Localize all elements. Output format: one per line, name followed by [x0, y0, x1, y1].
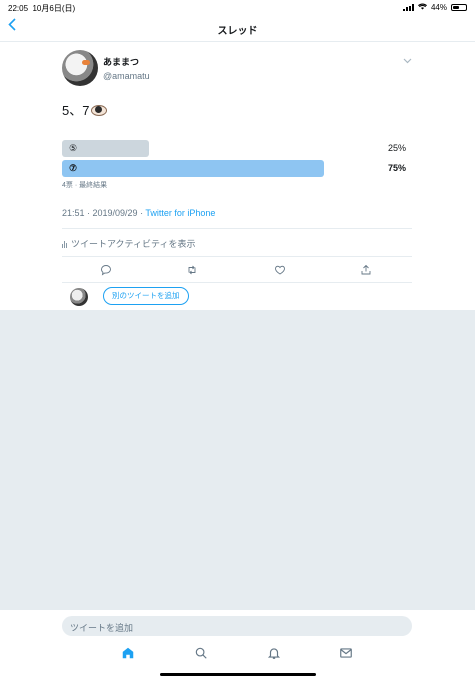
battery-percent: 44%: [430, 3, 447, 12]
poll-option-percent: 75%: [387, 163, 406, 173]
nav-bar: スレッド: [0, 14, 475, 42]
divider: [62, 256, 412, 257]
empty-content-area: [0, 310, 475, 610]
poll-option: ⑤ 25%: [62, 140, 406, 157]
signal-icon: [402, 4, 414, 11]
avatar[interactable]: [62, 50, 98, 86]
share-icon[interactable]: [360, 263, 374, 277]
author-handle: @amamatu: [103, 71, 150, 81]
retweet-icon[interactable]: [186, 263, 200, 277]
chevron-down-icon[interactable]: [403, 56, 412, 66]
tweet-time: 21:51 · 2019/09/29 ·: [62, 208, 146, 218]
tweet-timestamp: 21:51 · 2019/09/29 · Twitter for iPhone: [62, 208, 215, 218]
home-indicator: [160, 673, 316, 676]
search-icon[interactable]: [194, 646, 210, 662]
add-another-tweet-button[interactable]: 別のツイートを追加: [103, 287, 189, 305]
tab-bar: [0, 640, 475, 680]
author-name: あままつ: [103, 57, 140, 67]
status-date: 10月6日(日): [32, 4, 76, 13]
status-time: 22:05 10月6日(日): [8, 4, 76, 13]
compose-tweet-input[interactable]: ツイートを追加: [62, 616, 412, 636]
like-icon[interactable]: [274, 263, 288, 277]
poll-option-label: ⑤: [69, 143, 78, 153]
tweet-actions: [62, 263, 412, 277]
tweet-text-content: 5、7: [62, 103, 90, 118]
tweet-activity-link[interactable]: ツイートアクティビティを表示: [62, 237, 195, 250]
tweet-author[interactable]: あままつ @amamatu: [103, 55, 150, 81]
page-title: スレッド: [217, 26, 258, 37]
notifications-icon[interactable]: [267, 646, 283, 662]
poll-option-percent: 25%: [387, 143, 406, 153]
tweet-source-link[interactable]: Twitter for iPhone: [145, 208, 215, 218]
tweet-activity-label: ツイートアクティビティを表示: [71, 239, 196, 249]
poll-meta: 4票 · 最終結果: [62, 182, 108, 189]
status-bar: 22:05 10月6日(日) 44%: [0, 0, 475, 14]
battery-icon: [451, 4, 467, 11]
poll: ⑤ 25% ⑦ 75% 4票 · 最終結果: [62, 140, 406, 190]
thread-reply-row: 別のツイートを追加: [62, 286, 412, 308]
poll-option-winner: ⑦ 75%: [62, 160, 406, 177]
bar-chart-icon: [62, 240, 67, 248]
status-right: 44%: [402, 3, 467, 12]
user-avatar: [70, 288, 88, 306]
eye-icon: [91, 105, 108, 116]
home-icon[interactable]: [121, 646, 137, 662]
tweet-text: 5、7: [62, 100, 108, 119]
poll-bar: [62, 160, 324, 177]
messages-icon[interactable]: [339, 646, 355, 662]
poll-option-label: ⑦: [69, 163, 78, 173]
divider: [62, 282, 412, 283]
reply-icon[interactable]: [100, 263, 114, 277]
wifi-icon: [417, 3, 427, 12]
divider: [62, 228, 412, 229]
